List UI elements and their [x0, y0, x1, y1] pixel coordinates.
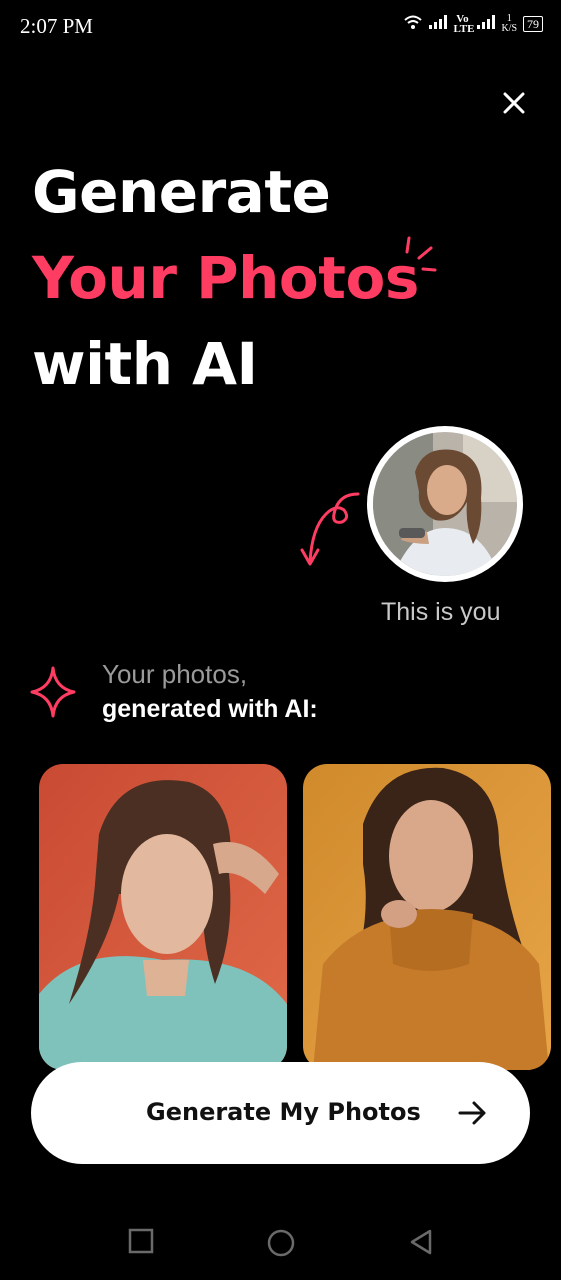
nav-back-icon[interactable]: [408, 1228, 434, 1256]
generate-button-label: Generate My Photos: [146, 1098, 421, 1126]
avatar-caption: This is you: [381, 598, 501, 626]
network-label: Vo LTE: [453, 13, 475, 35]
close-icon: [503, 92, 525, 114]
speed-unit: K/S: [501, 23, 517, 34]
signal-icon-2: [477, 15, 496, 33]
headline-line-2: Your Photos: [32, 244, 419, 312]
curly-arrow-icon: [300, 492, 360, 566]
battery-indicator: 79: [523, 16, 543, 32]
headline-line-3: with AI: [32, 330, 258, 398]
wifi-icon: [403, 14, 423, 34]
nav-recent-icon[interactable]: [128, 1228, 154, 1254]
user-avatar: [367, 426, 523, 582]
four-point-star-icon: [30, 666, 76, 718]
generate-my-photos-button[interactable]: Generate My Photos: [31, 1062, 530, 1164]
generated-photo-card: [303, 764, 551, 1070]
status-icons: Vo LTE 1 K/S 79: [403, 13, 543, 35]
arrow-right-icon: [458, 1101, 486, 1125]
generated-photo-card: [39, 764, 287, 1070]
user-photo: [373, 432, 517, 576]
signal-icon: [429, 15, 448, 33]
photos-intro-line-1: Your photos,: [102, 659, 248, 689]
headline-line-1: Generate: [32, 158, 331, 226]
nav-home-icon[interactable]: [266, 1228, 296, 1258]
sparkle-lines-icon: [405, 236, 437, 272]
status-time: 2:07 PM: [20, 14, 93, 38]
system-nav-bar: [0, 1200, 561, 1280]
speed-indicator: 1 K/S: [501, 14, 517, 34]
photos-intro-line-2: generated with AI:: [102, 695, 318, 723]
close-button[interactable]: [499, 88, 529, 118]
